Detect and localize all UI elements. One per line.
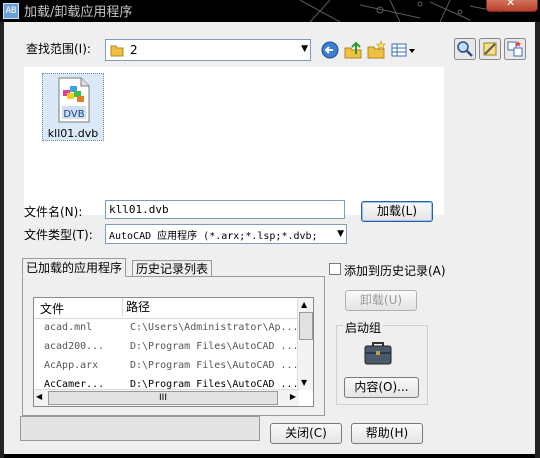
scroll-left-icon[interactable]: ◀ <box>36 392 42 401</box>
column-header-path[interactable]: 路径 <box>122 298 150 316</box>
filetype-combo[interactable]: AutoCAD 应用程序 (*.arx;*.lsp;*.dvb; ▼ <box>105 224 347 244</box>
tab-history[interactable]: 历史记录列表 <box>132 260 213 277</box>
window-title: 加载/卸载应用程序 <box>24 5 133 20</box>
favorites-icon[interactable] <box>504 38 526 60</box>
views-menu-icon[interactable] <box>390 40 418 60</box>
filetype-value: AutoCAD 应用程序 (*.arx;*.lsp;*.dvb; <box>109 231 318 242</box>
horizontal-scrollbar[interactable]: ◀ III ▶ <box>34 389 299 406</box>
list-header: 文件 路径 <box>34 298 299 319</box>
row-path: D:\Program Files\AutoCAD ... <box>130 360 299 371</box>
loaded-apps-list[interactable]: 文件 路径 acad.mnl C:\Users\Administrator\Ap… <box>33 297 314 407</box>
tab-loaded-apps[interactable]: 已加载的应用程序 <box>22 258 127 277</box>
vertical-scrollbar[interactable]: ▲ ▼ <box>297 298 313 390</box>
row-path: C:\Users\Administrator\Ap... <box>130 322 299 333</box>
new-folder-icon[interactable] <box>366 40 386 60</box>
scroll-down-icon[interactable]: ▼ <box>301 378 307 387</box>
vertical-scroll-thumb[interactable] <box>299 312 313 340</box>
right-border <box>535 22 540 458</box>
unload-button[interactable]: 卸载(U) <box>345 290 417 311</box>
tools-icon[interactable] <box>479 38 501 60</box>
close-window-button[interactable]: ✕ <box>486 0 538 12</box>
row-file: acad200... <box>44 341 105 352</box>
help-button[interactable]: 帮助(H) <box>351 423 423 444</box>
startup-contents-button[interactable]: 内容(O)... <box>344 377 419 398</box>
lookin-combo[interactable]: 2 ▼ <box>105 39 311 61</box>
add-history-checkbox[interactable] <box>329 263 341 275</box>
table-row[interactable]: acad.mnl C:\Users\Administrator\Ap... <box>34 319 299 338</box>
find-icon[interactable] <box>454 38 476 60</box>
load-button[interactable]: 加载(L) <box>361 201 433 222</box>
startup-group: 启动组 内容(O)... <box>336 319 428 405</box>
file-name: kll01.dvb <box>47 127 99 140</box>
back-icon[interactable] <box>320 40 340 60</box>
table-row[interactable]: acad200... D:\Program Files\AutoCAD ... <box>34 338 299 357</box>
row-path: D:\Program Files\AutoCAD ... <box>130 341 299 352</box>
lookin-value: 2 <box>130 43 138 57</box>
horizontal-scroll-thumb[interactable]: III <box>48 391 278 405</box>
close-button[interactable]: 关闭(C) <box>270 423 342 444</box>
loaded-apps-panel: 文件 路径 acad.mnl C:\Users\Administrator\Ap… <box>22 276 325 416</box>
filename-input[interactable] <box>105 200 345 219</box>
filename-label: 文件名(N): <box>24 205 83 219</box>
close-icon: ✕ <box>506 0 516 9</box>
chevron-down-icon: ▼ <box>337 229 344 239</box>
briefcase-icon <box>364 342 392 365</box>
folder-icon <box>110 45 124 57</box>
lookin-label: 查找范围(I): <box>26 42 91 56</box>
title-bar: AB 加载/卸载应用程序 ✕ <box>0 0 540 22</box>
chevron-down-icon: ▼ <box>301 44 308 54</box>
dvb-file-icon: DVB <box>58 77 90 123</box>
scroll-right-icon[interactable]: ▶ <box>290 392 296 401</box>
column-header-file[interactable]: 文件 <box>40 300 64 317</box>
startup-group-title: 启动组 <box>343 319 384 336</box>
up-folder-icon[interactable] <box>343 40 363 60</box>
file-icon-label: DVB <box>63 109 84 120</box>
dialog-body: 查找范围(I): 2 ▼ DVB kll01.dvb 文件名(N): kll01… <box>4 22 535 454</box>
add-history-label[interactable]: 添加到历史记录(A) <box>344 262 446 279</box>
row-file: acad.mnl <box>44 322 93 333</box>
filetype-label: 文件类型(T): <box>24 228 93 242</box>
scroll-up-icon[interactable]: ▲ <box>301 300 307 309</box>
file-item[interactable]: DVB kll01.dvb <box>42 73 104 141</box>
status-field <box>20 416 260 441</box>
file-list-pane[interactable]: DVB kll01.dvb <box>24 67 444 215</box>
table-row[interactable]: AcApp.arx D:\Program Files\AutoCAD ... <box>34 357 299 376</box>
row-file: AcApp.arx <box>44 360 99 371</box>
app-icon: AB <box>3 3 19 19</box>
